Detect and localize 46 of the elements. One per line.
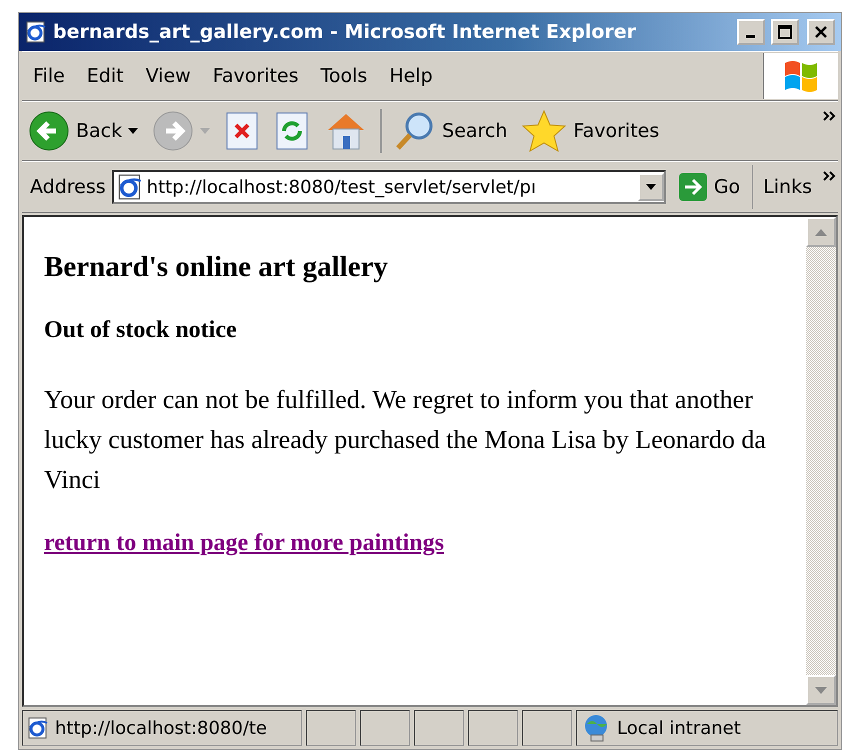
caret-icon[interactable] bbox=[646, 184, 656, 190]
menu-item[interactable]: Edit bbox=[76, 65, 135, 87]
dropdown-button[interactable] bbox=[638, 173, 664, 201]
scrollbar[interactable] bbox=[806, 217, 836, 705]
refresh-icon[interactable] bbox=[274, 111, 310, 151]
chevron-icon[interactable] bbox=[822, 170, 838, 182]
close-icon[interactable] bbox=[814, 25, 828, 39]
status-pane bbox=[306, 710, 356, 746]
stop-icon[interactable] bbox=[224, 111, 260, 151]
status-pane bbox=[360, 710, 410, 746]
window-title: bernards_art_gallery.com - Microsoft Internet Explorer bbox=[53, 21, 638, 43]
search-button[interactable]: Search bbox=[388, 110, 514, 152]
address-field[interactable]: http://localhost:8080/test_servlet/servlet/pı bbox=[112, 170, 666, 204]
notice-text: Your order can not be fulfilled. We regret to inform you that another lucky customer has already purchased the Mona Lisa by Leonardo da Vinci bbox=[44, 384, 767, 496]
caret-icon[interactable] bbox=[128, 128, 138, 134]
menu-item[interactable]: Favorites bbox=[202, 65, 310, 87]
page-icon bbox=[25, 21, 47, 43]
menu-item[interactable]: Tools bbox=[310, 65, 378, 87]
links-button[interactable]: Links bbox=[759, 176, 816, 198]
status-zone: Local intranet bbox=[576, 710, 838, 746]
page-icon bbox=[27, 717, 49, 739]
status-url: http://localhost:8080/te bbox=[22, 710, 302, 746]
favorites-button[interactable]: Favorites bbox=[515, 109, 666, 153]
status-pane bbox=[468, 710, 518, 746]
scroll-down-button[interactable] bbox=[806, 675, 836, 705]
status-pane bbox=[522, 710, 572, 746]
close-button[interactable] bbox=[807, 19, 835, 45]
address-label: Address bbox=[30, 176, 106, 198]
up-arrow-icon[interactable] bbox=[815, 228, 827, 236]
page-heading: Bernard's online art gallery bbox=[44, 251, 389, 284]
menu-item[interactable]: View bbox=[134, 65, 202, 87]
go-button[interactable]: Go bbox=[672, 172, 746, 202]
menu-item[interactable]: Help bbox=[378, 65, 444, 87]
return-link[interactable]: return to main page for more paintings bbox=[44, 530, 444, 556]
status-pane bbox=[414, 710, 464, 746]
minimize-button[interactable] bbox=[737, 19, 765, 45]
down-arrow-icon[interactable] bbox=[815, 686, 827, 694]
star-icon[interactable] bbox=[521, 109, 568, 153]
maximize-icon[interactable] bbox=[778, 25, 792, 39]
scroll-up-button[interactable] bbox=[806, 217, 836, 247]
chevron-icon[interactable] bbox=[822, 110, 838, 122]
menu-item[interactable]: File bbox=[22, 65, 76, 87]
page-icon bbox=[116, 174, 143, 200]
back-button[interactable]: Back bbox=[22, 110, 144, 152]
page-subheading: Out of stock notice bbox=[44, 317, 238, 344]
maximize-button[interactable] bbox=[771, 19, 799, 45]
